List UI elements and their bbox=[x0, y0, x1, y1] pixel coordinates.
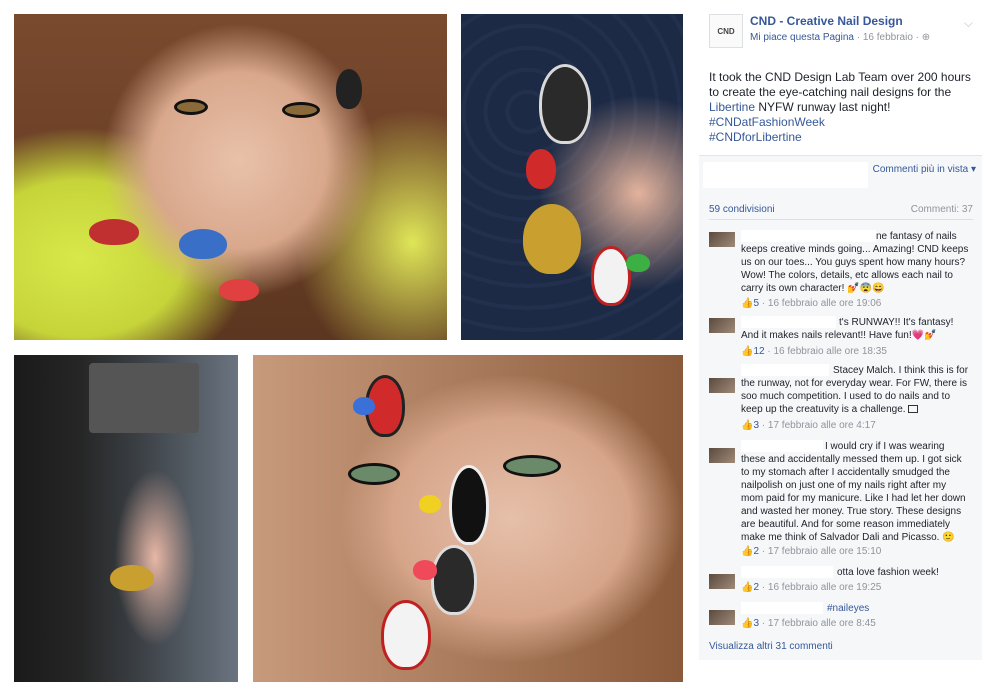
divider bbox=[709, 219, 973, 220]
comment-text: ne fantasy of nails keeps creative minds… bbox=[741, 231, 969, 294]
photo-runway-hand[interactable] bbox=[14, 355, 238, 682]
hashtag-link[interactable]: #CNDatFashionWeek bbox=[709, 115, 825, 129]
comment-timestamp[interactable]: · 16 febbraio alle ore 19:25 bbox=[759, 582, 882, 593]
commenter-avatar[interactable] bbox=[709, 232, 735, 247]
hashtag-link[interactable]: #naileyes bbox=[741, 602, 971, 615]
commenter-avatar[interactable] bbox=[709, 378, 735, 393]
comment-meta: 👍3 · 17 febbraio alle ore 8:45 bbox=[741, 618, 876, 629]
eye-decoration bbox=[348, 463, 400, 485]
comment-timestamp[interactable]: · 17 febbraio alle ore 8:45 bbox=[759, 618, 876, 629]
comment-text: Stacey Malch. I think this is for the ru… bbox=[741, 364, 971, 416]
photo-model-yellow-fur[interactable] bbox=[14, 14, 447, 340]
emoji-placeholder-icon bbox=[908, 405, 919, 414]
post-stats: 59 condivisioni Commenti: 37 bbox=[709, 204, 973, 215]
commenter-avatar[interactable] bbox=[709, 318, 735, 333]
commenter-avatar[interactable] bbox=[709, 610, 735, 625]
jacket-embellishment bbox=[89, 363, 199, 433]
nail-art-decoration bbox=[449, 465, 489, 545]
like-thumb-icon[interactable]: 👍 bbox=[741, 298, 753, 309]
post-subline: Mi piace questa Pagina · 16 febbraio · ⊕ bbox=[750, 32, 930, 43]
nail-art-decoration bbox=[419, 495, 441, 513]
post-date[interactable]: · 16 febbraio · bbox=[857, 32, 919, 43]
comment-item: ne fantasy of nails keeps creative minds… bbox=[709, 230, 975, 310]
comment-text-content: Stacey Malch. I think this is for the ru… bbox=[741, 365, 969, 415]
like-thumb-icon[interactable]: 👍 bbox=[741, 582, 753, 593]
nail-art-decoration bbox=[110, 565, 154, 591]
nail-art-decoration bbox=[89, 219, 139, 245]
page-name-link[interactable]: CND - Creative Nail Design bbox=[750, 14, 903, 28]
nail-art-decoration bbox=[381, 600, 431, 670]
comment-meta: 👍2 · 17 febbraio alle ore 15:10 bbox=[741, 546, 881, 557]
nail-art-decoration bbox=[219, 279, 259, 301]
eye-decoration bbox=[174, 99, 208, 115]
comment-count: Commenti: 37 bbox=[910, 204, 973, 215]
like-thumb-icon[interactable]: 👍 bbox=[741, 618, 753, 629]
nail-art-decoration bbox=[179, 229, 227, 259]
comment-item: I would cry if I was wearing these and a… bbox=[709, 440, 975, 564]
nail-art-decoration bbox=[591, 246, 631, 306]
comment-text: I would cry if I was wearing these and a… bbox=[741, 441, 966, 543]
comments-section: Commenti più in vista ▾ 59 condivisioni … bbox=[699, 155, 982, 660]
libertine-link[interactable]: Libertine bbox=[709, 100, 755, 114]
sort-comments-dropdown[interactable]: Commenti più in vista ▾ bbox=[873, 164, 976, 175]
commenter-avatar[interactable] bbox=[709, 574, 735, 589]
comment-meta: 👍5 · 16 febbraio alle ore 19:06 bbox=[741, 298, 881, 309]
like-thumb-icon[interactable]: 👍 bbox=[741, 420, 753, 431]
nail-art-decoration bbox=[523, 204, 581, 274]
photo-model-face-nail-art[interactable] bbox=[253, 355, 683, 682]
post-header: CND CND - Creative Nail Design Mi piace … bbox=[709, 12, 977, 52]
eye-decoration bbox=[503, 455, 561, 477]
like-count[interactable]: 12 bbox=[753, 346, 764, 357]
photo-hand-nail-art[interactable] bbox=[461, 14, 683, 340]
eye-decoration bbox=[282, 102, 320, 118]
nail-art-decoration bbox=[431, 545, 477, 615]
comment-meta: 👍3 · 17 febbraio alle ore 4:17 bbox=[741, 420, 876, 431]
nail-art-decoration bbox=[539, 64, 591, 144]
nail-art-decoration bbox=[526, 149, 556, 189]
like-page-link[interactable]: Mi piace questa Pagina bbox=[750, 32, 854, 43]
nail-art-decoration bbox=[626, 254, 650, 272]
comment-meta: 👍12 · 16 febbraio alle ore 18:35 bbox=[741, 346, 887, 357]
comment-timestamp[interactable]: · 17 febbraio alle ore 15:10 bbox=[759, 546, 882, 557]
comment-meta: 👍2 · 16 febbraio alle ore 19:25 bbox=[741, 582, 881, 593]
comment-text: t's RUNWAY!! It's fantasy! And it makes … bbox=[741, 317, 954, 341]
hashtag-link[interactable]: #CNDforLibertine bbox=[709, 130, 802, 144]
commenter-avatar[interactable] bbox=[709, 448, 735, 463]
post-text-part: NYFW runway last night! bbox=[755, 100, 891, 114]
like-thumb-icon[interactable]: 👍 bbox=[741, 346, 753, 357]
nail-art-decoration bbox=[413, 560, 437, 580]
comment-timestamp[interactable]: · 17 febbraio alle ore 4:17 bbox=[759, 420, 876, 431]
view-more-comments-link[interactable]: Visualizza altri 31 commenti bbox=[709, 641, 833, 652]
comment-timestamp[interactable]: · 16 febbraio alle ore 18:35 bbox=[765, 346, 887, 357]
comment-text: otta love fashion week! bbox=[837, 567, 939, 578]
post-text: It took the CND Design Lab Team over 200… bbox=[709, 70, 971, 145]
comment-item: Stacey Malch. I think this is for the ru… bbox=[709, 364, 975, 436]
post-text-part: It took the CND Design Lab Team over 200… bbox=[709, 70, 971, 99]
comment-item: #naileyes 👍3 · 17 febbraio alle ore 8:45 bbox=[709, 602, 975, 632]
nail-art-decoration bbox=[336, 69, 362, 109]
like-thumb-icon[interactable]: 👍 bbox=[741, 546, 753, 557]
globe-icon: ⊕ bbox=[921, 32, 931, 43]
comment-item: t's RUNWAY!! It's fantasy! And it makes … bbox=[709, 316, 975, 360]
redacted-area bbox=[703, 162, 868, 188]
chevron-down-icon[interactable]: ⌵ bbox=[964, 16, 973, 31]
nail-art-decoration bbox=[353, 397, 375, 415]
shares-link[interactable]: 59 condivisioni bbox=[709, 204, 775, 215]
comment-item: otta love fashion week! 👍2 · 16 febbraio… bbox=[709, 566, 975, 596]
page-avatar[interactable]: CND bbox=[709, 14, 743, 48]
comment-timestamp[interactable]: · 16 febbraio alle ore 19:06 bbox=[759, 298, 882, 309]
